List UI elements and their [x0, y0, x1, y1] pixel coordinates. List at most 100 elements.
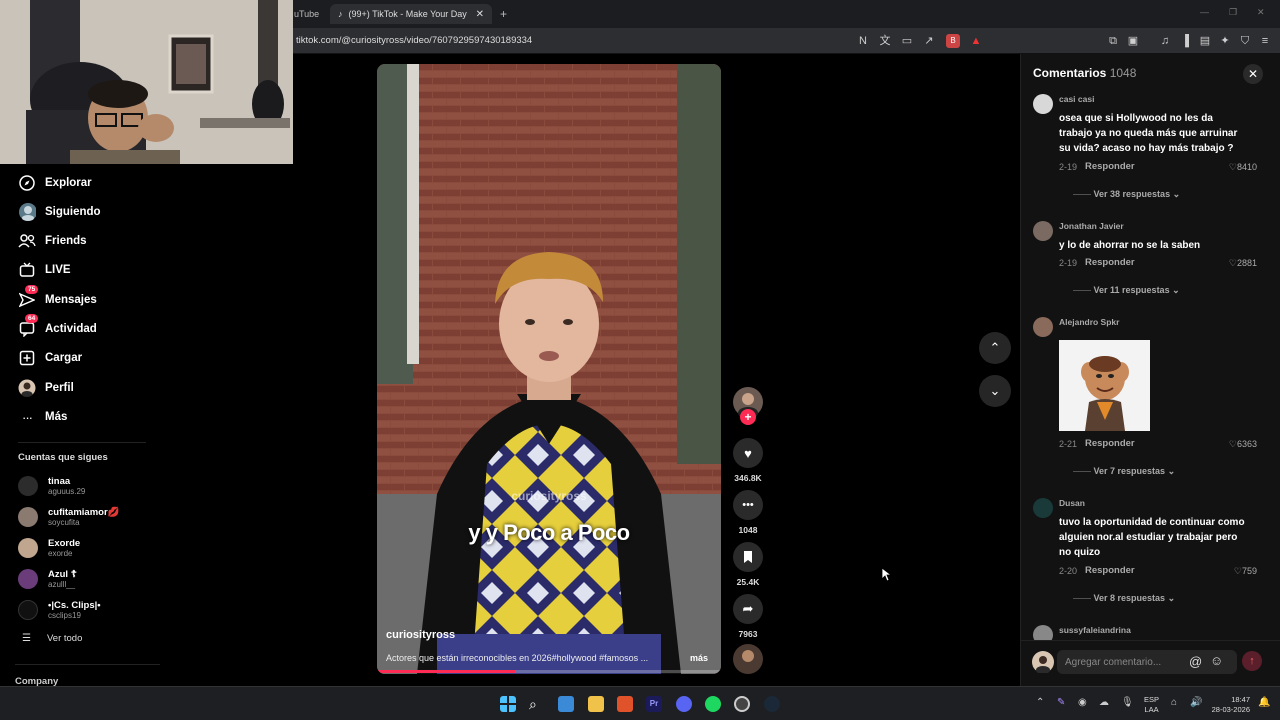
discord-icon[interactable] — [676, 696, 692, 712]
video-more-link[interactable]: más — [690, 653, 708, 663]
nav-profile[interactable]: Perfil — [18, 376, 74, 400]
brave-browser-icon[interactable] — [617, 696, 633, 712]
view-replies-button[interactable]: —— Ver 38 respuestas ⌄ — [1073, 189, 1180, 200]
tray-chevron-icon[interactable]: ⌃ — [1036, 697, 1044, 708]
menu-icon[interactable]: ≡ — [1258, 34, 1272, 48]
nav-messages[interactable]: 75 Mensajes — [18, 285, 97, 312]
language-icon[interactable]: 文 — [878, 34, 892, 48]
obs-icon[interactable] — [734, 696, 750, 712]
cast-icon[interactable]: ▭ — [900, 34, 914, 48]
activity-icon: 64 — [18, 314, 39, 338]
wallet-icon[interactable]: ▤ — [1198, 34, 1212, 48]
emoji-icon[interactable]: ☺ — [1210, 653, 1223, 668]
video-author[interactable]: curiosityross — [386, 629, 455, 641]
save-button[interactable]: 25.4K — [733, 542, 763, 587]
like-button[interactable]: ♥ 346.8K — [733, 438, 763, 483]
brave-shield-icon[interactable]: B — [946, 34, 960, 48]
extensions-icon[interactable]: ⧉ — [1106, 34, 1120, 48]
close-tab-icon[interactable]: ✕ — [476, 9, 484, 20]
reply-button[interactable]: Responder — [1085, 257, 1135, 268]
notifications-icon[interactable]: 🔔 — [1258, 697, 1270, 708]
commenter-avatar[interactable] — [1033, 498, 1053, 518]
translate-icon[interactable]: N — [856, 34, 870, 48]
account-item[interactable]: tinaa aguuus.29 — [18, 473, 85, 499]
minimize-icon[interactable]: — — [1200, 7, 1209, 17]
sound-avatar-button[interactable] — [733, 644, 763, 674]
clock-time: 18:47 — [1231, 695, 1250, 704]
new-tab-button[interactable]: + — [500, 4, 507, 24]
reply-button[interactable]: Responder — [1085, 565, 1135, 576]
reply-button[interactable]: Responder — [1085, 161, 1135, 172]
tray-discord-icon[interactable]: ◉ — [1078, 697, 1087, 708]
brave-rewards-icon[interactable]: ▲ — [969, 34, 983, 48]
music-icon[interactable]: ♫ — [1158, 34, 1172, 48]
tray-steam-icon[interactable]: ☁ — [1099, 697, 1109, 708]
account-item[interactable]: Exorde exorde — [18, 535, 80, 561]
nav-more[interactable]: ··· Más — [18, 405, 67, 429]
creator-avatar-button[interactable]: + — [733, 387, 763, 425]
comment-like-button[interactable]: ♡8410 — [1229, 162, 1257, 173]
close-window-icon[interactable]: ✕ — [1257, 7, 1265, 18]
vpn-icon[interactable]: ⛉ — [1238, 34, 1252, 48]
file-explorer-icon[interactable] — [588, 696, 604, 712]
view-replies-button[interactable]: —— Ver 11 respuestas ⌄ — [1073, 285, 1180, 296]
network-icon[interactable]: ⌂ — [1171, 697, 1177, 708]
account-item[interactable]: Azul ☦ azulll__ — [18, 566, 77, 592]
nav-upload[interactable]: Cargar — [18, 346, 82, 370]
nav-friends[interactable]: Friends — [18, 229, 87, 253]
send-comment-button[interactable]: ↑ — [1242, 651, 1262, 671]
comment-like-button[interactable]: ♡2881 — [1229, 258, 1257, 269]
see-all-button[interactable]: ☰ Ver todo — [22, 633, 82, 644]
next-video-button[interactable]: ⌄ — [979, 375, 1011, 407]
leo-ai-icon[interactable]: ✦ — [1218, 34, 1232, 48]
nav-live[interactable]: LIVE — [18, 258, 71, 282]
comment-like-button[interactable]: ♡759 — [1234, 566, 1257, 577]
nav-following[interactable]: Siguiendo — [18, 200, 101, 224]
video-player[interactable]: curiosityross y y Poco a Poco curiosityr… — [377, 64, 721, 674]
commenter-avatar[interactable] — [1033, 94, 1053, 114]
follow-plus-icon[interactable]: + — [740, 409, 756, 425]
share-icon[interactable]: ↗ — [922, 34, 936, 48]
commenter-name[interactable]: Alejandro Spkr — [1059, 317, 1119, 327]
nav-activity[interactable]: 64 Actividad — [18, 314, 97, 341]
maximize-icon[interactable]: ❐ — [1229, 7, 1237, 18]
tray-app-icon[interactable]: ✎ — [1057, 697, 1065, 708]
search-icon[interactable]: ⌕ — [529, 696, 545, 712]
comment-button[interactable]: ••• 1048 — [733, 490, 763, 535]
nav-explore[interactable]: Explorar — [18, 171, 92, 195]
view-replies-button[interactable]: —— Ver 7 respuestas ⌄ — [1073, 466, 1175, 477]
sidebar-icon[interactable]: ▐ — [1178, 34, 1192, 48]
comment-sticker-image[interactable] — [1059, 340, 1150, 431]
microphone-icon[interactable]: 🎙 — [1121, 697, 1134, 708]
commenter-name[interactable]: sussyfaleiandrina — [1059, 625, 1131, 635]
commenter-name[interactable]: Dusan — [1059, 498, 1085, 508]
account-item[interactable]: cufitamiamor💋 soycufita — [18, 504, 119, 530]
mention-icon[interactable]: @ — [1189, 654, 1202, 669]
spotify-icon[interactable] — [705, 696, 721, 712]
tab-tiktok[interactable]: ♪ (99+) TikTok - Make Your Day ✕ — [330, 4, 492, 24]
commenter-name[interactable]: casi casi — [1059, 94, 1094, 104]
steam-icon[interactable] — [764, 696, 780, 712]
view-replies-button[interactable]: —— Ver 8 respuestas ⌄ — [1073, 593, 1175, 604]
url-field[interactable]: tiktok.com/@curiosityross/video/76079295… — [296, 35, 532, 46]
previous-video-button[interactable]: ⌃ — [979, 332, 1011, 364]
screenshot-icon[interactable]: ▣ — [1126, 34, 1140, 48]
windows-start-icon[interactable] — [500, 696, 516, 712]
commenter-avatar[interactable] — [1033, 221, 1053, 241]
language-indicator[interactable]: ESP LAA — [1144, 695, 1159, 715]
account-item[interactable]: •|Cs. Clips|• csclips19 — [18, 597, 101, 623]
photos-app-icon[interactable] — [558, 696, 574, 712]
share-button[interactable]: ➦ 7963 — [733, 594, 763, 639]
clock[interactable]: 18:47 28-03-2026 — [1206, 695, 1250, 715]
commenter-name[interactable]: Jonathan Javier — [1059, 221, 1124, 231]
commenter-avatar[interactable] — [1033, 317, 1053, 337]
close-comments-button[interactable]: ✕ — [1243, 64, 1263, 84]
premiere-pro-icon[interactable]: Pr — [646, 696, 662, 712]
webcam-overlay — [0, 0, 293, 164]
video-progress-bar[interactable] — [377, 670, 721, 673]
tab-youtube[interactable]: uTube — [294, 4, 319, 24]
heart-outline-icon: ♡ — [1228, 258, 1237, 268]
volume-icon[interactable]: 🔊 — [1190, 697, 1202, 708]
reply-button[interactable]: Responder — [1085, 438, 1135, 449]
comment-like-button[interactable]: ♡6363 — [1229, 439, 1257, 450]
